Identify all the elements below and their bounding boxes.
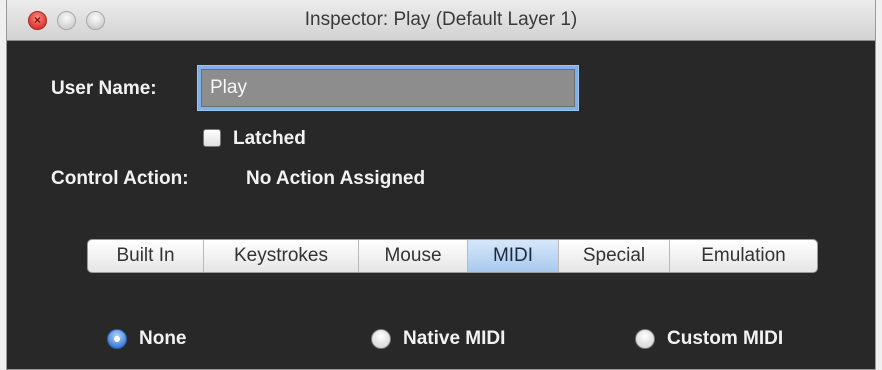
latched-label: Latched <box>233 128 306 149</box>
window-title: Inspector: Play (Default Layer 1) <box>304 9 578 30</box>
tab-emulation[interactable]: Emulation <box>670 240 817 272</box>
user-name-input[interactable] <box>201 69 575 107</box>
tab-mouse[interactable]: Mouse <box>359 240 468 272</box>
radio-none-label: None <box>139 328 187 349</box>
radio-none[interactable] <box>107 329 127 349</box>
tab-keystrokes[interactable]: Keystrokes <box>204 240 359 272</box>
tab-special[interactable]: Special <box>559 240 670 272</box>
radio-selected-dot <box>114 336 120 342</box>
title-bar[interactable]: × Inspector: Play (Default Layer 1) <box>7 0 875 41</box>
user-name-label: User Name: <box>51 78 157 99</box>
control-action-value: No Action Assigned <box>246 168 426 189</box>
inspector-window: × Inspector: Play (Default Layer 1) User… <box>6 0 876 370</box>
radio-native-midi[interactable] <box>371 329 391 349</box>
latched-checkbox[interactable] <box>203 129 221 147</box>
radio-custom-midi[interactable] <box>635 329 655 349</box>
radio-custom-midi-label: Custom MIDI <box>667 328 784 349</box>
radio-native-midi-label: Native MIDI <box>403 328 506 349</box>
action-tabs: Built In Keystrokes Mouse MIDI Special E… <box>87 239 818 273</box>
tab-built-in[interactable]: Built In <box>88 240 204 272</box>
control-action-label: Control Action: <box>51 168 189 189</box>
tab-midi[interactable]: MIDI <box>468 240 559 272</box>
